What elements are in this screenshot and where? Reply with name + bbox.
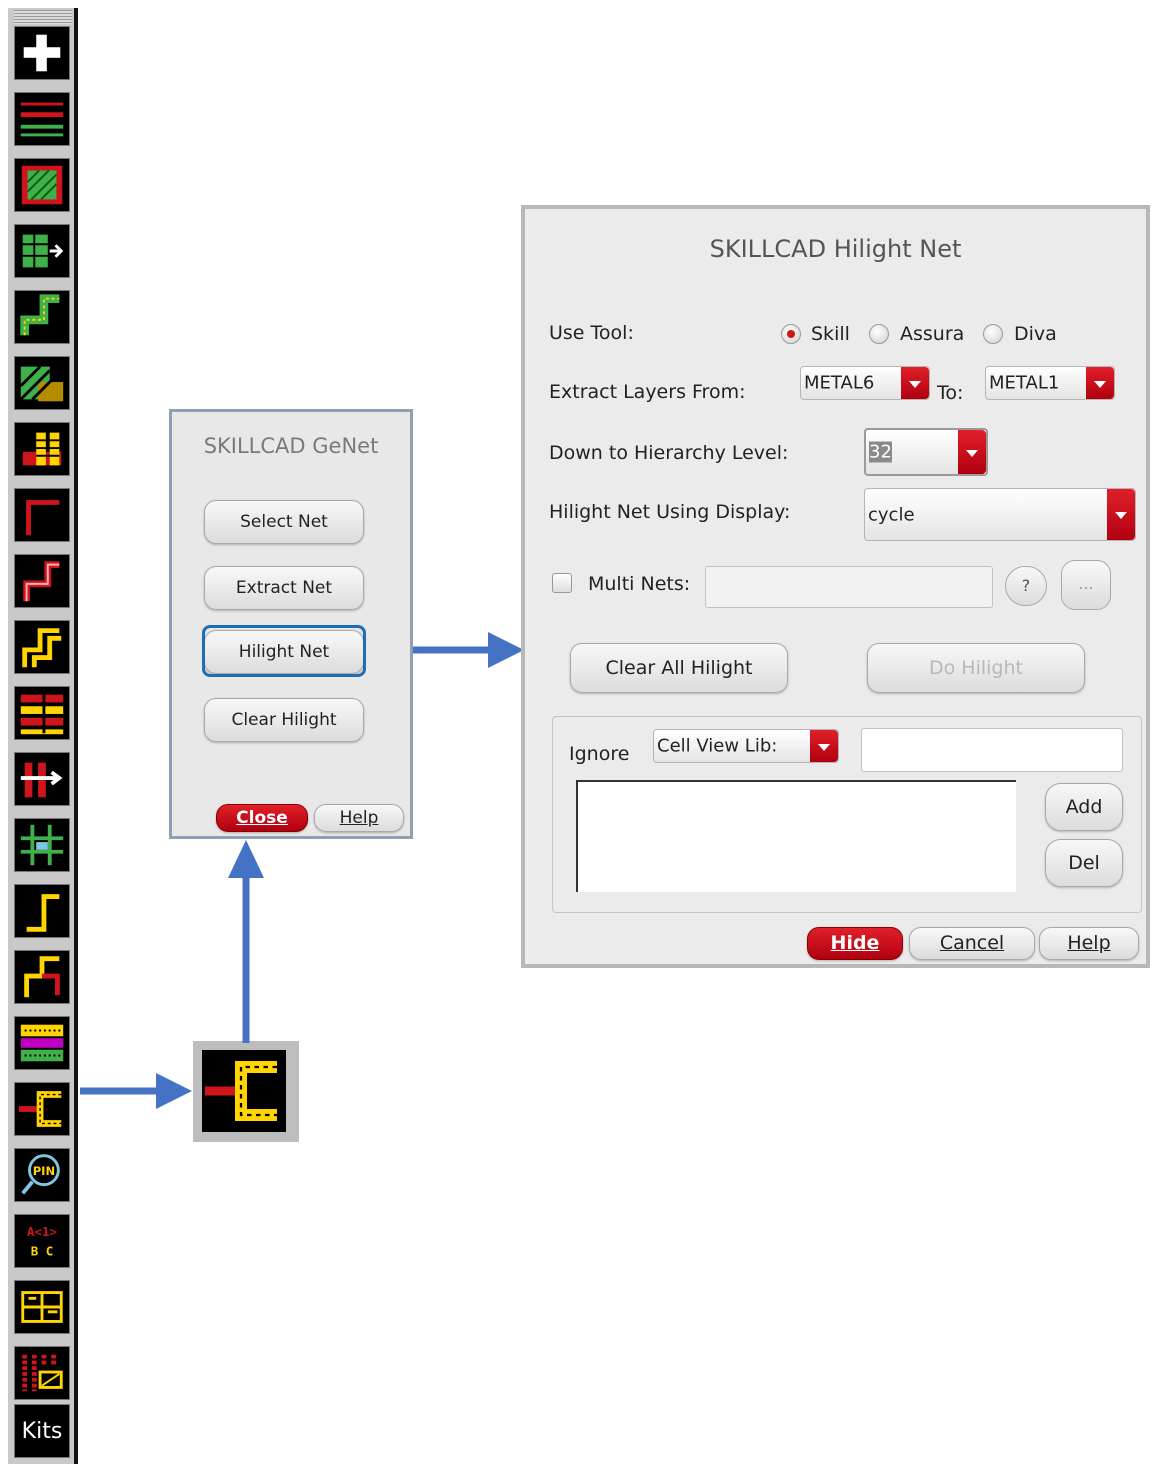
extract-from-value: METAL6 xyxy=(804,372,875,394)
genet-dialog: SKILLCAD GeNet Select Net Extract Net Hi… xyxy=(169,409,413,839)
hierarchy-select[interactable]: 32 xyxy=(864,428,988,476)
move-shape-icon[interactable] xyxy=(14,224,70,278)
genet-title: SKILLCAD GeNet xyxy=(203,434,379,458)
hilight-net-dialog: SKILLCAD Hilight Net Use Tool: Skill Ass… xyxy=(521,205,1150,968)
diva-radio[interactable] xyxy=(983,324,1003,344)
hide-button-label: Hide xyxy=(830,932,880,954)
add-button[interactable]: Add xyxy=(1045,783,1123,831)
bus-label-bottom: B C xyxy=(31,1243,54,1258)
hide-button[interactable]: Hide xyxy=(807,927,903,960)
help-button[interactable]: Help xyxy=(1039,927,1139,960)
bus-bars-icon[interactable] xyxy=(14,686,70,740)
chevron-down-icon xyxy=(901,367,929,399)
chevron-down-icon xyxy=(1107,489,1135,540)
select-net-button[interactable]: Select Net xyxy=(204,500,364,544)
wire-bend-icon[interactable] xyxy=(14,488,70,542)
wire-jog-icon[interactable] xyxy=(14,554,70,608)
more-button[interactable]: ... xyxy=(1061,560,1111,610)
ignore-label: Ignore xyxy=(569,743,630,765)
hierarchy-label: Down to Hierarchy Level: xyxy=(549,442,789,464)
kits-button[interactable]: Kits xyxy=(14,1404,70,1458)
arrow-icon-to-genet xyxy=(228,840,264,1043)
multi-nets-checkbox[interactable] xyxy=(552,573,572,593)
use-tool-label: Use Tool: xyxy=(549,322,634,344)
close-button-label: Close xyxy=(236,808,288,828)
diva-radio-label: Diva xyxy=(1014,323,1057,345)
cancel-button-label: Cancel xyxy=(939,932,1005,954)
bus-label-top: A<1> xyxy=(27,1224,57,1239)
cancel-button[interactable]: Cancel xyxy=(909,927,1035,960)
genet-net-icon-zoomed xyxy=(193,1041,299,1142)
genet-net-icon[interactable] xyxy=(14,1082,70,1136)
layer-lines-icon[interactable] xyxy=(14,92,70,146)
multi-nets-label: Multi Nets: xyxy=(588,573,691,595)
ignore-group: Ignore Cell View Lib: Add Del xyxy=(552,716,1142,913)
del-button[interactable]: Del xyxy=(1045,839,1123,887)
help-button-label: Help xyxy=(1067,932,1111,954)
assura-radio[interactable] xyxy=(869,324,889,344)
chevron-down-icon xyxy=(810,730,838,762)
fill-pattern-icon[interactable] xyxy=(14,158,70,212)
toolbar-grip[interactable] xyxy=(14,10,72,24)
chevron-down-icon xyxy=(958,430,986,474)
skill-radio-label: Skill xyxy=(811,323,850,345)
hatch-shapes-icon[interactable] xyxy=(14,356,70,410)
help-button-label: Help xyxy=(339,808,379,828)
multi-nets-input[interactable] xyxy=(705,566,993,608)
hierarchy-value: 32 xyxy=(869,441,892,463)
wire-corner-icon[interactable] xyxy=(14,884,70,938)
via-array-icon[interactable] xyxy=(14,1016,70,1070)
display-select[interactable]: cycle xyxy=(864,488,1136,541)
display-label: Hilight Net Using Display: xyxy=(549,501,791,523)
cross-grid-icon[interactable] xyxy=(14,818,70,872)
path-step-icon[interactable] xyxy=(14,290,70,344)
skill-radio[interactable] xyxy=(781,324,801,344)
ignore-list[interactable] xyxy=(576,780,1016,892)
stack-bars-icon[interactable] xyxy=(14,422,70,476)
help-button[interactable]: Help xyxy=(314,804,404,832)
ignore-type-value: Cell View Lib: xyxy=(657,735,778,757)
wire-double-jog-icon[interactable] xyxy=(14,620,70,674)
array-pattern-icon[interactable] xyxy=(14,1346,70,1400)
ignore-input[interactable] xyxy=(861,728,1123,772)
extract-net-button[interactable]: Extract Net xyxy=(204,566,364,610)
hilight-title: SKILLCAD Hilight Net xyxy=(709,235,962,263)
text-grid-icon[interactable] xyxy=(14,1280,70,1334)
arrow-toolbar-to-icon xyxy=(80,1073,192,1109)
to-label: To: xyxy=(937,382,964,404)
chevron-down-icon xyxy=(1086,367,1114,399)
bus-shift-icon[interactable] xyxy=(14,752,70,806)
ignore-type-select[interactable]: Cell View Lib: xyxy=(653,729,839,763)
wire-split-icon[interactable] xyxy=(14,950,70,1004)
display-value: cycle xyxy=(868,504,915,525)
add-icon[interactable] xyxy=(14,26,70,80)
close-button[interactable]: Close xyxy=(216,804,308,832)
extract-to-select[interactable]: METAL1 xyxy=(985,366,1115,400)
clear-all-hilight-button[interactable]: Clear All Hilight xyxy=(570,643,788,693)
layout-toolbar: PIN A<1> B C Kits xyxy=(8,8,78,1464)
assura-radio-label: Assura xyxy=(900,323,965,345)
pin-label: PIN xyxy=(33,1164,55,1178)
extract-to-value: METAL1 xyxy=(989,372,1060,394)
do-hilight-button[interactable]: Do Hilight xyxy=(867,643,1085,693)
hilight-net-highlight-frame xyxy=(202,625,366,677)
bus-label-icon[interactable]: A<1> B C xyxy=(14,1214,70,1268)
clear-hilight-button[interactable]: Clear Hilight xyxy=(204,698,364,742)
extract-from-select[interactable]: METAL6 xyxy=(800,366,930,400)
question-button[interactable]: ? xyxy=(1005,566,1047,606)
extract-from-label: Extract Layers From: xyxy=(549,381,746,403)
pin-search-icon[interactable]: PIN xyxy=(14,1148,70,1202)
